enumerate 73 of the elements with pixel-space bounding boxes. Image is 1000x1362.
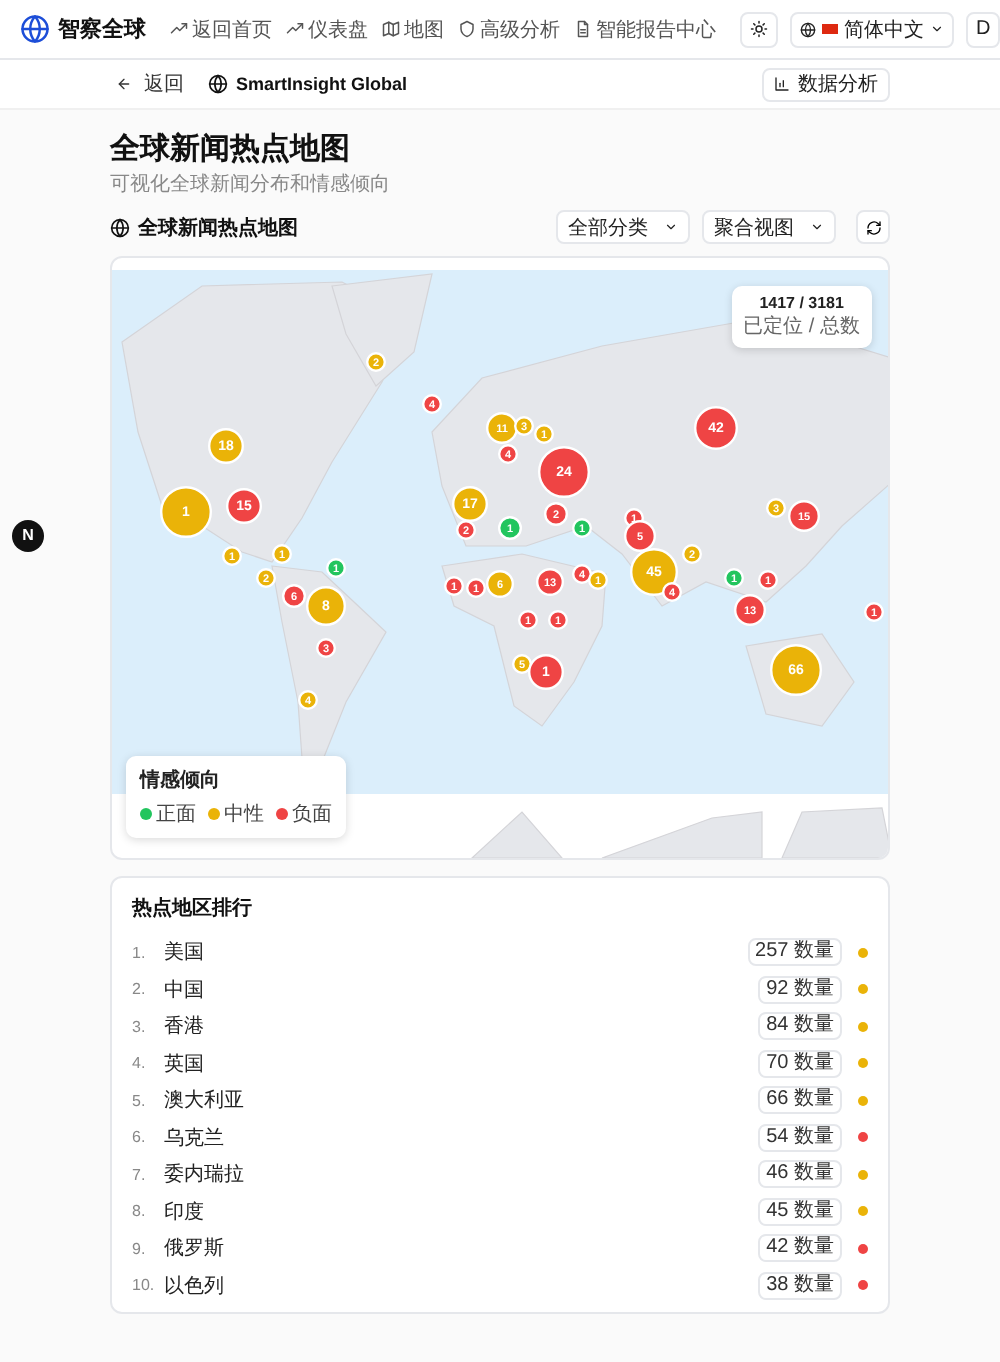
globe-icon — [110, 217, 130, 237]
document-icon — [574, 20, 592, 38]
logo-globe-icon — [20, 14, 50, 44]
nav-link[interactable]: 高级分析 — [458, 15, 560, 43]
rank-number: 1. — [132, 943, 148, 962]
stats-caption: 已定位 / 总数 — [743, 313, 860, 340]
rank-number: 4. — [132, 1054, 148, 1073]
chevron-down-icon — [930, 22, 944, 36]
refresh-icon — [865, 219, 881, 235]
data-analysis-button[interactable]: 数据分析 — [762, 67, 890, 101]
ranking-title: 热点地区排行 — [132, 895, 254, 922]
rank-number: 9. — [132, 1239, 148, 1258]
legend-label: 负面 — [292, 802, 332, 828]
count-badge: 46 数量 — [758, 1160, 842, 1189]
region-name[interactable]: 澳大利亚 — [164, 1086, 759, 1115]
theme-toggle-button[interactable] — [740, 11, 778, 47]
chevron-down-icon — [810, 220, 824, 234]
sun-icon — [750, 20, 768, 38]
nav-link[interactable]: 返回首页 — [170, 15, 272, 43]
chevron-down-icon — [664, 220, 678, 234]
region-name[interactable]: 英国 — [164, 1049, 759, 1078]
nav-link[interactable]: 地图 — [382, 15, 444, 43]
rank-number: 10. — [132, 1276, 157, 1295]
rank-number: 8. — [132, 1202, 148, 1221]
legend-title: 情感倾向 — [140, 767, 222, 794]
map-icon — [382, 20, 400, 38]
filter-select[interactable]: 全部分类 — [556, 210, 690, 244]
back-button[interactable]: 返回 — [116, 70, 184, 98]
user-button[interactable]: D — [966, 11, 1000, 47]
rank-number: 3. — [132, 1017, 148, 1036]
page-subtitle: 可视化全球新闻分布和情感倾向 — [110, 171, 392, 198]
bar-chart-icon — [774, 76, 790, 92]
legend-label: 正面 — [156, 802, 196, 828]
region-name[interactable]: 香港 — [164, 1012, 759, 1041]
trend-icon — [286, 20, 304, 38]
arrow-left-icon — [116, 76, 132, 92]
rank-number: 6. — [132, 1128, 148, 1147]
nav-link[interactable]: 智能报告中心 — [574, 15, 716, 43]
language-select[interactable]: 简体中文 — [790, 11, 954, 47]
region-name[interactable]: 乌克兰 — [164, 1123, 759, 1152]
stats-value: 1417 / 3181 — [757, 294, 846, 312]
region-name[interactable]: 委内瑞拉 — [164, 1160, 759, 1189]
rank-number: 5. — [132, 1091, 148, 1110]
legend-label: 中性 — [224, 801, 264, 828]
count-badge: 84 数量 — [758, 1012, 842, 1041]
count-badge: 70 数量 — [758, 1049, 842, 1078]
filter-select[interactable]: 聚合视图 — [702, 210, 836, 244]
shield-icon — [458, 20, 476, 38]
region-name[interactable]: 美国 — [164, 938, 748, 967]
page-title: 全球新闻热点地图 — [110, 130, 352, 168]
trend-icon — [170, 20, 188, 38]
count-badge: 45 数量 — [758, 1197, 842, 1226]
region-name[interactable]: 以色列 — [164, 1271, 759, 1300]
region-name[interactable]: 俄罗斯 — [164, 1234, 759, 1263]
globe-icon — [800, 21, 816, 37]
count-badge: 54 数量 — [758, 1123, 842, 1152]
flag-icon — [822, 24, 838, 34]
side-toggle-button[interactable]: N — [12, 519, 44, 551]
count-badge: 66 数量 — [758, 1086, 842, 1115]
rank-number: 2. — [132, 980, 148, 999]
refresh-button[interactable] — [856, 210, 890, 244]
section-title: 全球新闻热点地图 — [138, 214, 300, 241]
globe-icon — [208, 74, 228, 94]
count-badge: 257 数量 — [747, 938, 842, 967]
nav-link[interactable]: 仪表盘 — [286, 15, 368, 43]
rank-number: 7. — [132, 1165, 148, 1184]
region-name[interactable]: 中国 — [164, 975, 759, 1004]
count-badge: 42 数量 — [758, 1234, 842, 1263]
region-name[interactable]: 印度 — [164, 1197, 759, 1226]
count-badge: 38 数量 — [758, 1271, 842, 1300]
app-logo: 智察全球 — [58, 15, 146, 44]
brand-name: SmartInsight Global — [236, 74, 408, 94]
count-badge: 92 数量 — [758, 975, 842, 1004]
